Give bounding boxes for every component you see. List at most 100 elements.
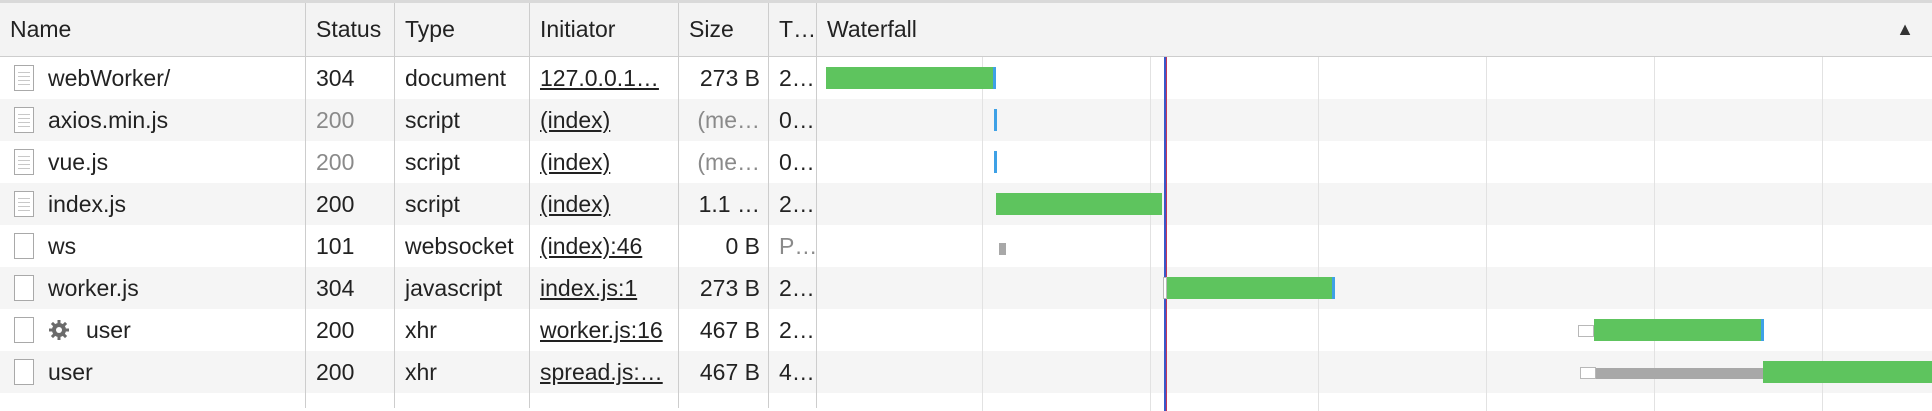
column-divider[interactable]	[816, 57, 817, 408]
name-cell[interactable]: index.js	[0, 183, 306, 225]
name-cell[interactable]: worker.js	[0, 267, 306, 309]
initiator-cell[interactable]: worker.js:16	[530, 309, 679, 351]
status-cell: 200	[306, 351, 395, 393]
waterfall-gridline	[1654, 57, 1655, 411]
initiator-link[interactable]: spread.js:…	[540, 359, 663, 385]
waterfall-queued-user-2	[1596, 368, 1764, 379]
icon-line	[18, 206, 30, 207]
blank-file-icon	[14, 359, 34, 385]
time-cell: 2…	[769, 57, 817, 99]
size-cell: 467 B	[679, 351, 769, 393]
initiator-link[interactable]: index.js:1	[540, 275, 637, 301]
type-cell: javascript	[395, 267, 530, 309]
size-cell: 273 B	[679, 267, 769, 309]
table-header: Name Status Type Initiator Size T… Water…	[0, 3, 1932, 57]
document-file-icon	[14, 191, 34, 217]
column-header-status[interactable]: Status	[306, 3, 395, 56]
column-header-size[interactable]: Size	[679, 3, 769, 56]
column-header-name[interactable]: Name	[0, 3, 306, 56]
column-header-type[interactable]: Type	[395, 3, 530, 56]
status-cell: 200	[306, 99, 395, 141]
waterfall-bar-axios[interactable]	[994, 109, 997, 131]
column-header-waterfall[interactable]: Waterfall	[817, 3, 1932, 56]
waterfall-bar-vue[interactable]	[994, 151, 997, 173]
waterfall-bar-ws[interactable]	[999, 243, 1006, 255]
initiator-cell[interactable]: 127.0.0.1…	[530, 57, 679, 99]
waterfall-tick	[1332, 277, 1335, 299]
status-cell: 101	[306, 225, 395, 267]
icon-line	[18, 114, 30, 115]
name-cell[interactable]: axios.min.js	[0, 99, 306, 141]
size-cell: (me…	[679, 99, 769, 141]
request-name: index.js	[48, 191, 126, 217]
initiator-link[interactable]: (index):46	[540, 233, 642, 259]
type-cell: websocket	[395, 225, 530, 267]
waterfall-bar-webworker[interactable]	[826, 67, 994, 89]
column-divider[interactable]	[678, 57, 679, 408]
name-cell[interactable]: ws	[0, 225, 306, 267]
name-cell[interactable]: webWorker/	[0, 57, 306, 99]
status-cell: 304	[306, 57, 395, 99]
time-cell: 2…	[769, 309, 817, 351]
waterfall-wait-user-2	[1580, 367, 1596, 379]
icon-line	[18, 84, 30, 85]
icon-line	[18, 72, 30, 73]
column-header-initiator[interactable]: Initiator	[530, 3, 679, 56]
name-cell[interactable]: vue.js	[0, 141, 306, 183]
waterfall-gridline	[1318, 57, 1319, 411]
initiator-cell[interactable]: (index):46	[530, 225, 679, 267]
blank-file-icon	[14, 275, 34, 301]
waterfall-tick	[1761, 319, 1764, 341]
type-cell: xhr	[395, 351, 530, 393]
request-name: axios.min.js	[48, 107, 169, 133]
request-name: user	[48, 359, 93, 385]
initiator-cell[interactable]: (index)	[530, 141, 679, 183]
status-cell: 304	[306, 267, 395, 309]
column-divider[interactable]	[529, 57, 530, 408]
column-divider[interactable]	[305, 57, 306, 408]
icon-line	[18, 168, 30, 169]
initiator-link[interactable]: (index)	[540, 191, 610, 217]
icon-line	[18, 164, 30, 165]
icon-line	[18, 160, 30, 161]
type-cell: xhr	[395, 309, 530, 351]
initiator-link[interactable]: (index)	[540, 107, 610, 133]
name-cell[interactable]: user	[0, 309, 306, 351]
initiator-link[interactable]: 127.0.0.1…	[540, 65, 659, 91]
column-divider[interactable]	[394, 57, 395, 408]
size-cell: (me…	[679, 141, 769, 183]
column-divider[interactable]	[768, 57, 769, 408]
name-cell[interactable]: user	[0, 351, 306, 393]
waterfall-wait-user-1	[1578, 325, 1594, 337]
waterfall-bar-index[interactable]	[996, 193, 1162, 215]
waterfall-gridline	[1150, 57, 1151, 411]
sort-ascending-icon[interactable]: ▲	[1896, 3, 1914, 56]
document-file-icon	[14, 149, 34, 175]
gear-icon	[49, 320, 69, 340]
network-request-table: Name Status Type Initiator Size T… Water…	[0, 0, 1932, 411]
icon-line	[18, 118, 30, 119]
initiator-cell[interactable]: spread.js:…	[530, 351, 679, 393]
waterfall-label: Waterfall	[827, 16, 917, 42]
time-cell: 2…	[769, 183, 817, 225]
waterfall-bar-worker[interactable]	[1167, 277, 1333, 299]
waterfall-bar-user-2[interactable]	[1763, 361, 1932, 383]
time-cell: 4…	[769, 351, 817, 393]
initiator-cell[interactable]: (index)	[530, 99, 679, 141]
initiator-cell[interactable]: index.js:1	[530, 267, 679, 309]
time-cell: 0…	[769, 99, 817, 141]
column-header-time[interactable]: T…	[769, 3, 817, 56]
icon-line	[18, 202, 30, 203]
document-file-icon	[14, 65, 34, 91]
icon-line	[18, 126, 30, 127]
request-name: ws	[48, 233, 77, 259]
time-cell: 0…	[769, 141, 817, 183]
initiator-link[interactable]: (index)	[540, 149, 610, 175]
blank-file-icon	[14, 233, 34, 259]
status-cell: 200	[306, 309, 395, 351]
waterfall-bar-user-1[interactable]	[1594, 319, 1762, 341]
status-cell: 200	[306, 141, 395, 183]
icon-line	[18, 156, 30, 157]
initiator-link[interactable]: worker.js:16	[540, 317, 663, 343]
initiator-cell[interactable]: (index)	[530, 183, 679, 225]
